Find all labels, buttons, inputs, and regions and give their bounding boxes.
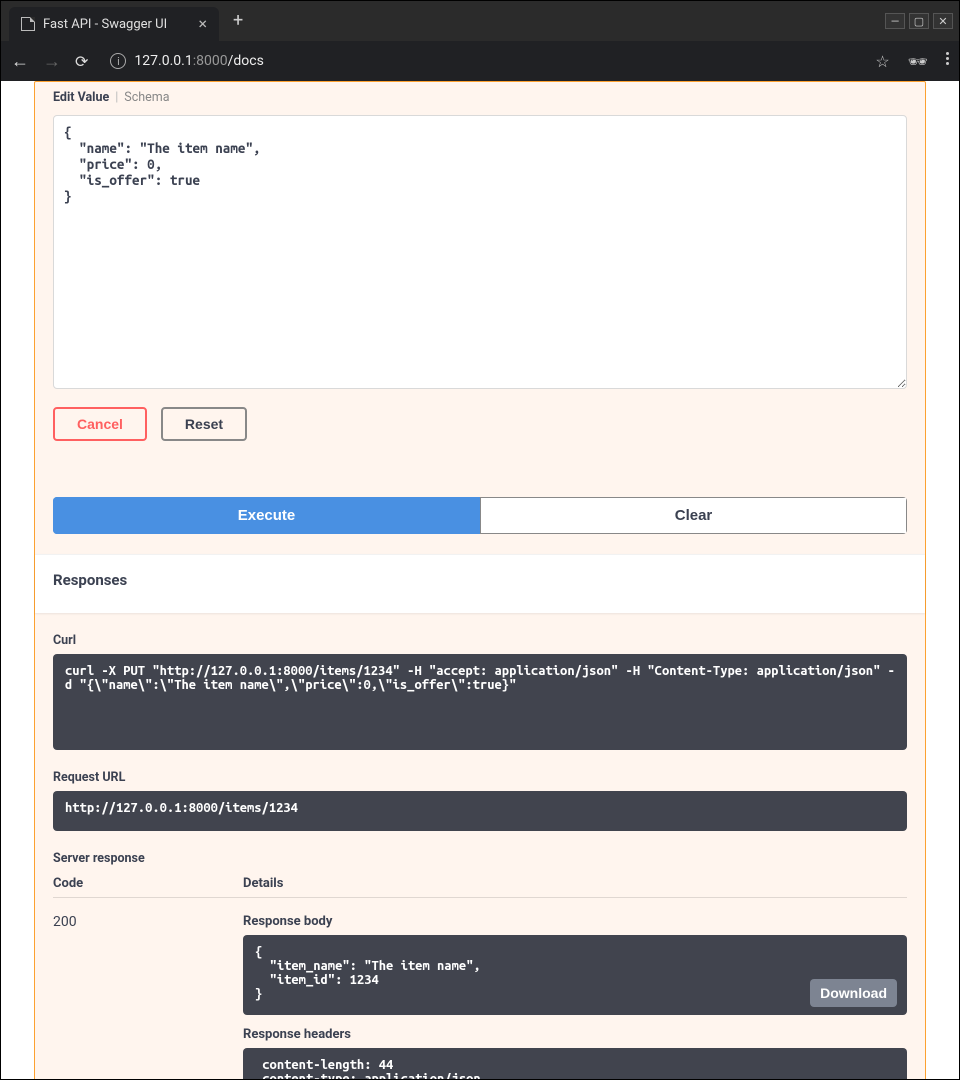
responses-header: Responses	[35, 554, 925, 613]
server-response-label: Server response	[53, 851, 907, 866]
close-window-button[interactable]: ✕	[933, 13, 953, 29]
browser-tab[interactable]: Fast API - Swagger UI ×	[9, 7, 219, 41]
tab-close-icon[interactable]: ×	[198, 16, 207, 32]
browser-titlebar: Fast API - Swagger UI × + — ▢ ✕	[1, 1, 959, 41]
tab-title: Fast API - Swagger UI	[43, 17, 167, 32]
tab-edit-value[interactable]: Edit Value	[53, 90, 109, 105]
page-viewport[interactable]: Edit Value | Schema Cancel Reset Execute…	[1, 81, 959, 1079]
request-url-label: Request URL	[53, 770, 907, 785]
response-headers-block[interactable]: content-length: 44 content-type: applica…	[243, 1048, 907, 1079]
curl-label: Curl	[53, 633, 907, 648]
star-icon[interactable]: ☆	[875, 52, 889, 71]
cancel-button[interactable]: Cancel	[53, 407, 147, 441]
incognito-icon[interactable]: 🕶	[908, 52, 928, 71]
new-tab-button[interactable]: +	[233, 12, 243, 30]
curl-block[interactable]: curl -X PUT "http://127.0.0.1:8000/items…	[53, 654, 907, 750]
body-tab-header: Edit Value | Schema	[53, 82, 907, 115]
reset-button[interactable]: Reset	[161, 407, 247, 441]
request-url-block[interactable]: http://127.0.0.1:8000/items/1234	[53, 791, 907, 831]
col-code-header: Code	[53, 876, 243, 891]
site-info-icon[interactable]: i	[110, 53, 126, 69]
url-host: 127.0.0.1	[134, 53, 192, 69]
execute-button[interactable]: Execute	[53, 497, 480, 534]
menu-icon[interactable]	[946, 52, 949, 71]
response-body-label: Response body	[243, 914, 907, 929]
url-path: /docs	[228, 53, 264, 69]
browser-toolbar: ← → ⟳ i 127.0.0.1:8000/docs ☆ 🕶	[1, 41, 959, 81]
maximize-button[interactable]: ▢	[909, 13, 929, 29]
tab-schema[interactable]: Schema	[124, 90, 169, 105]
col-details-header: Details	[243, 876, 283, 891]
address-bar[interactable]: i 127.0.0.1:8000/docs	[102, 53, 861, 69]
response-body-block[interactable]: { "item_name": "The item name", "item_id…	[243, 935, 907, 1015]
minimize-button[interactable]: —	[885, 13, 905, 29]
window-controls: — ▢ ✕	[885, 13, 959, 29]
back-icon[interactable]: ←	[11, 51, 29, 72]
clear-button[interactable]: Clear	[480, 497, 907, 534]
page-icon	[21, 17, 35, 31]
response-code: 200	[53, 914, 243, 1079]
url-port: :8000	[193, 53, 228, 69]
download-button[interactable]: Download	[810, 979, 897, 1007]
response-headers-label: Response headers	[243, 1027, 907, 1042]
reload-icon[interactable]: ⟳	[75, 52, 88, 71]
request-body-editor[interactable]	[53, 115, 907, 389]
forward-icon[interactable]: →	[43, 51, 61, 72]
